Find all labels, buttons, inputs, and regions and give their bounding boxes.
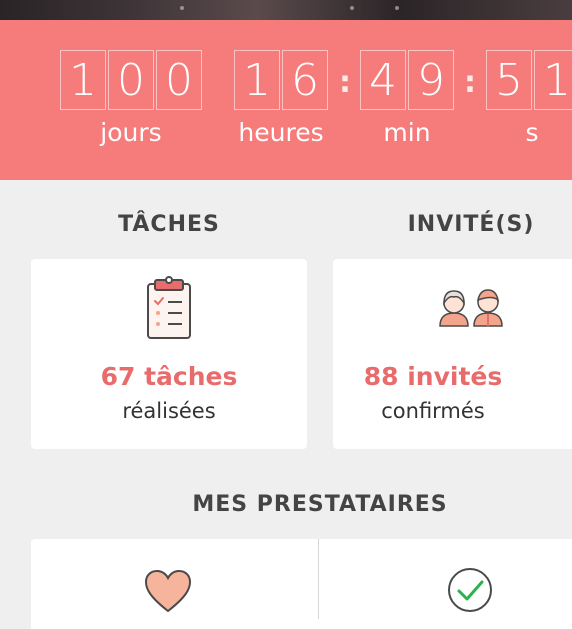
- countdown-hours: 1 6: [234, 50, 328, 110]
- countdown-banner: 1 0 0 jours 1 6 heures : 4 9 min : 5 1 s: [0, 20, 572, 180]
- providers-title: MES PRESTATAIRES: [192, 492, 448, 517]
- countdown-seconds-label: s: [525, 118, 539, 147]
- countdown-digit: 1: [534, 50, 572, 110]
- couple-icon: [439, 289, 503, 327]
- guests-title: INVITÉ(S): [407, 212, 535, 237]
- countdown-minutes: 4 9: [360, 50, 454, 110]
- tasks-title: TÂCHES: [118, 212, 220, 237]
- guests-card[interactable]: 88 invités confirmés: [333, 259, 572, 449]
- countdown-separator: :: [464, 65, 476, 100]
- clipboard-checklist-icon: [147, 276, 191, 339]
- tasks-count: 67 tâches: [100, 362, 238, 391]
- countdown-digit: 0: [108, 50, 154, 110]
- header-photo: [0, 0, 572, 20]
- countdown-digit: 4: [360, 50, 406, 110]
- tasks-status: réalisées: [122, 399, 216, 423]
- countdown-digit: 9: [408, 50, 454, 110]
- countdown-digit: 1: [60, 50, 106, 110]
- guests-count: 88 invités: [363, 362, 503, 391]
- heart-icon[interactable]: [144, 569, 192, 613]
- countdown-seconds: 5 1: [486, 50, 572, 110]
- countdown-digit: 6: [282, 50, 328, 110]
- countdown-digit: 0: [156, 50, 202, 110]
- check-circle-icon[interactable]: [447, 567, 493, 613]
- tasks-card[interactable]: 67 tâches réalisées: [31, 259, 307, 449]
- guests-status: confirmés: [381, 399, 485, 423]
- countdown-days-label: jours: [100, 118, 162, 147]
- countdown-digit: 1: [234, 50, 280, 110]
- providers-card: [31, 539, 572, 629]
- countdown-hours-label: heures: [238, 118, 324, 147]
- countdown-separator: :: [339, 65, 351, 100]
- countdown-digit: 5: [486, 50, 532, 110]
- countdown-days: 1 0 0: [60, 50, 202, 110]
- providers-divider: [318, 539, 319, 619]
- countdown-minutes-label: min: [383, 118, 431, 147]
